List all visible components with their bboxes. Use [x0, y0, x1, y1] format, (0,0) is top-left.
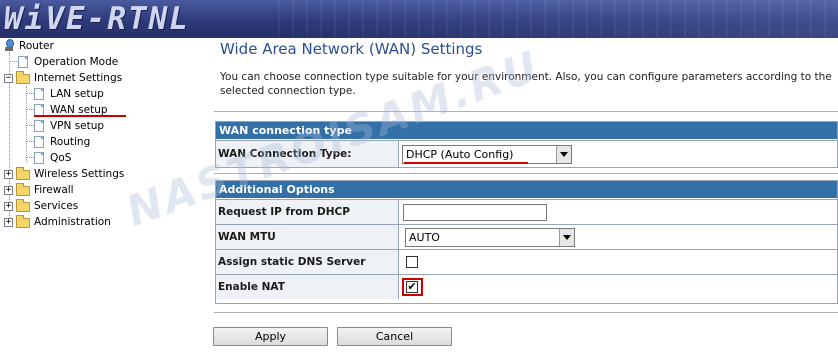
sidebar-item-operation-mode[interactable]: Operation Mode	[18, 55, 138, 69]
sidebar-item-vpn-setup[interactable]: VPN setup	[34, 119, 134, 133]
header-banner: WiVE-RTNL	[0, 0, 838, 38]
sidebar-item-label: VPN setup	[50, 120, 105, 132]
nat-checkbox[interactable]: ✔	[406, 281, 418, 293]
apply-button[interactable]: Apply	[213, 327, 328, 346]
divider	[214, 111, 838, 112]
form-row: Enable NAT ✔	[216, 274, 837, 299]
additional-options-section: Additional Options Request IP from DHCP …	[215, 180, 838, 304]
highlight-underline	[404, 162, 528, 164]
page-title: Wide Area Network (WAN) Settings	[220, 40, 483, 58]
mtu-value: AUTO	[409, 231, 440, 244]
expand-icon[interactable]: +	[4, 202, 13, 211]
tree-line	[26, 109, 34, 110]
dropdown-arrow-icon[interactable]	[556, 146, 571, 163]
page-icon	[18, 56, 28, 68]
folder-open-icon	[16, 71, 30, 84]
expand-icon[interactable]: +	[4, 186, 13, 195]
check-mark-icon: ✔	[407, 280, 417, 293]
sidebar-item-internet-settings[interactable]: − Internet Settings	[4, 71, 144, 85]
divider	[214, 312, 838, 313]
form-row: WAN MTU AUTO	[216, 224, 837, 249]
sidebar-item-label: Routing	[50, 136, 91, 148]
sidebar-item-label: Operation Mode	[34, 56, 119, 68]
form-row: Request IP from DHCP (optional)	[216, 199, 837, 242]
section-header: WAN connection type	[216, 122, 837, 140]
brand-logo: WiVE-RTNL	[4, 1, 190, 37]
sidebar-item-label: Wireless Settings	[34, 168, 125, 180]
form-value-cell	[400, 250, 837, 274]
page-icon	[34, 88, 44, 100]
sidebar-item-wireless-settings[interactable]: + Wireless Settings	[4, 167, 154, 181]
tree-line	[26, 141, 34, 142]
sidebar-item-label: QoS	[50, 152, 72, 164]
sidebar-item-label: Services	[34, 200, 79, 212]
sidebar-item-services[interactable]: + Services	[4, 199, 124, 213]
router-icon	[4, 39, 14, 52]
sidebar-root-router[interactable]: Router	[4, 39, 124, 53]
sidebar-tree: Router Operation Mode − Internet Setting…	[0, 38, 212, 361]
tree-line	[26, 125, 34, 126]
cancel-button[interactable]: Cancel	[337, 327, 452, 346]
form-value-cell: AUTO	[400, 225, 837, 249]
page-description: You can choose connection type suitable …	[220, 71, 832, 97]
form-row: WAN Connection Type: DHCP (Auto Config)	[216, 140, 837, 167]
form-row: Assign static DNS Server	[216, 249, 837, 274]
collapse-icon[interactable]: −	[4, 74, 13, 83]
page-icon	[34, 120, 44, 132]
folder-icon	[16, 167, 30, 180]
expand-icon[interactable]: +	[4, 170, 13, 179]
nat-label: Enable NAT	[216, 275, 399, 299]
divider	[214, 173, 838, 174]
sidebar-item-administration[interactable]: + Administration	[4, 215, 144, 229]
tree-line	[26, 93, 34, 94]
static-dns-label: Assign static DNS Server	[216, 250, 399, 274]
mtu-select[interactable]: AUTO	[405, 228, 575, 247]
header-decoration	[278, 0, 838, 38]
sidebar-item-firewall[interactable]: + Firewall	[4, 183, 124, 197]
folder-icon	[16, 215, 30, 228]
tree-line	[26, 157, 34, 158]
wan-connection-section: WAN connection type WAN Connection Type:…	[215, 121, 838, 168]
sidebar-item-qos[interactable]: QoS	[34, 151, 134, 165]
dhcp-ip-input[interactable]	[403, 204, 547, 221]
folder-icon	[16, 183, 30, 196]
page-icon	[34, 136, 44, 148]
form-value-cell: ✔	[400, 275, 837, 299]
mtu-label: WAN MTU	[216, 225, 399, 249]
connection-type-value: DHCP (Auto Config)	[406, 148, 514, 161]
page-icon	[34, 152, 44, 164]
sidebar-item-routing[interactable]: Routing	[34, 135, 134, 149]
sidebar-item-label: Administration	[34, 216, 111, 228]
selection-underline	[34, 115, 126, 117]
tree-line	[26, 86, 27, 162]
sidebar-root-label: Router	[19, 40, 54, 52]
sidebar-item-label: Firewall	[34, 184, 74, 196]
dropdown-arrow-icon[interactable]	[559, 229, 574, 246]
sidebar-item-label: Internet Settings	[34, 72, 123, 84]
sidebar-item-label: LAN setup	[50, 88, 104, 100]
static-dns-checkbox[interactable]	[406, 256, 418, 268]
connection-type-label: WAN Connection Type:	[216, 141, 399, 167]
expand-icon[interactable]: +	[4, 218, 13, 227]
form-value-cell	[400, 200, 837, 224]
sidebar-item-lan-setup[interactable]: LAN setup	[34, 87, 134, 101]
folder-icon	[16, 199, 30, 212]
dhcp-ip-label: Request IP from DHCP (optional)	[216, 200, 399, 242]
form-value-cell: DHCP (Auto Config)	[400, 141, 837, 167]
main-content: Wide Area Network (WAN) Settings You can…	[212, 38, 838, 361]
section-header: Additional Options	[216, 181, 837, 199]
